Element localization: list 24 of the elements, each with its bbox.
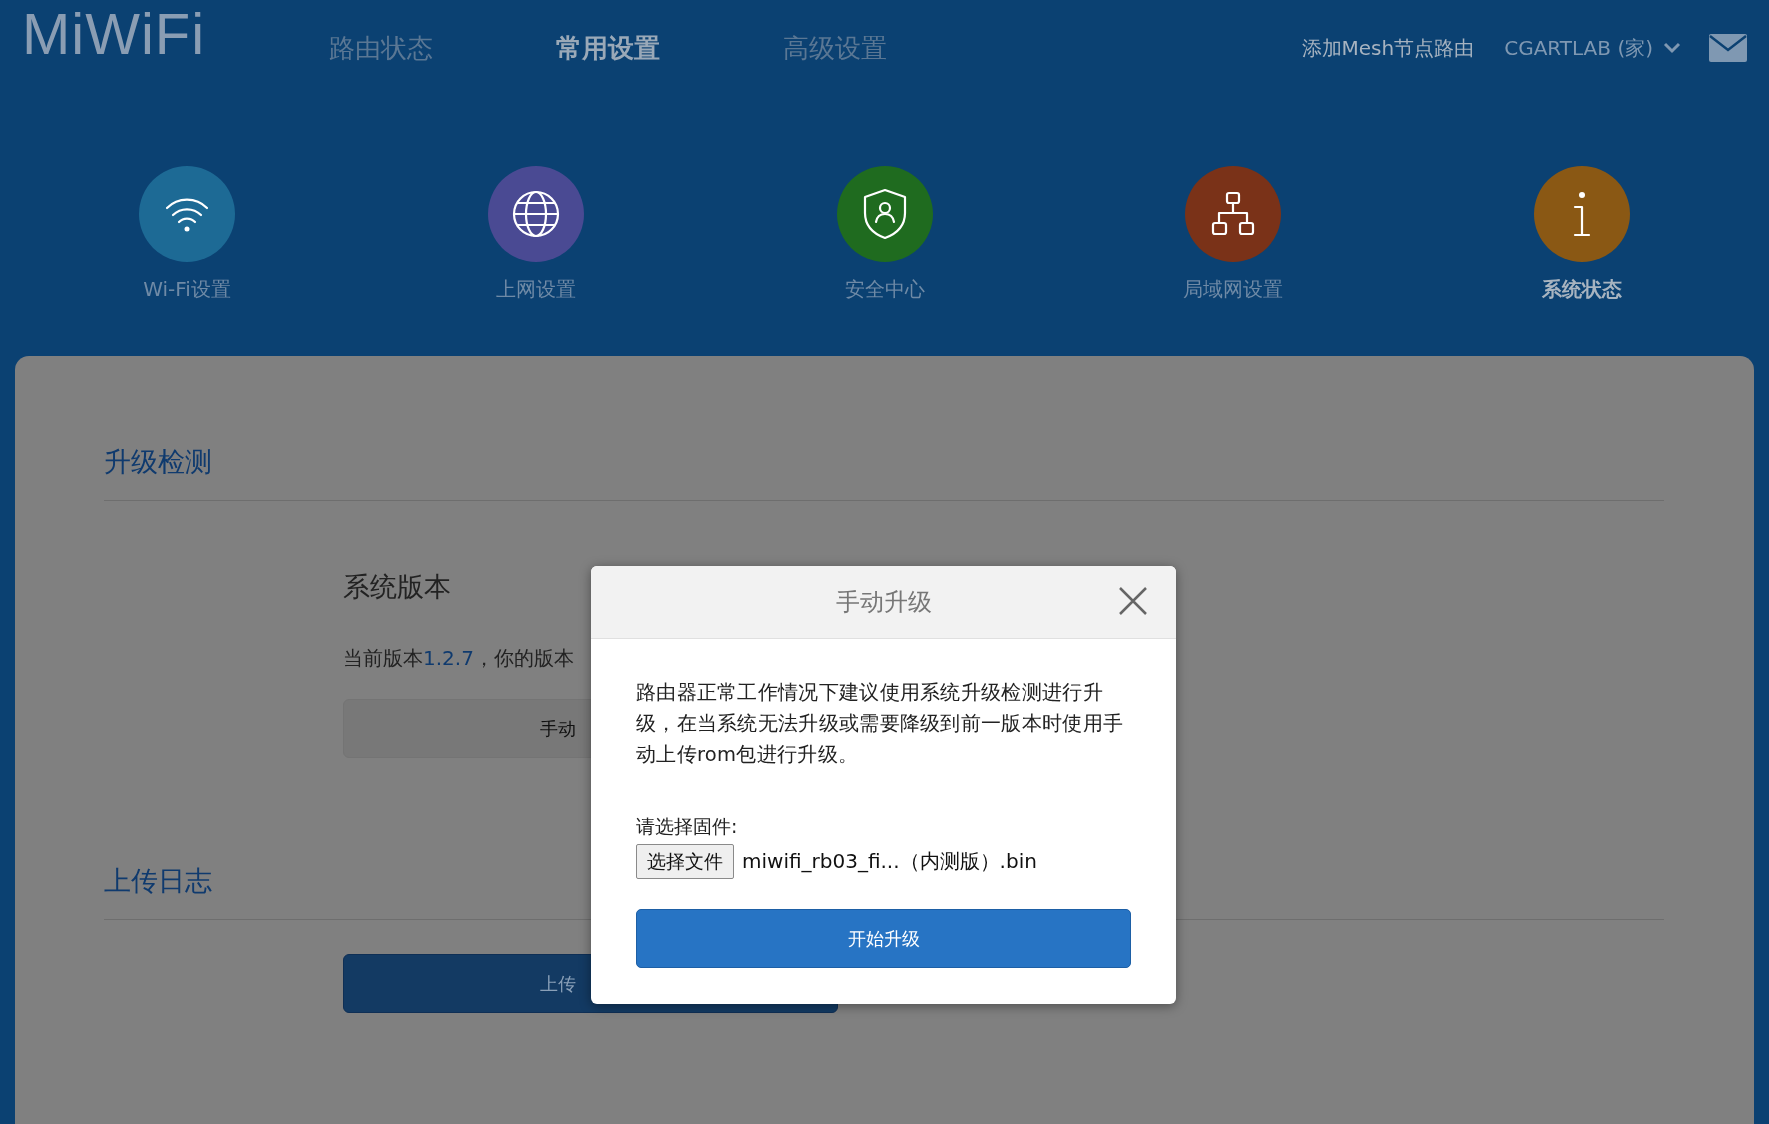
shortcut-tile[interactable]: 安全中心 <box>821 166 948 356</box>
shortcut-tile[interactable]: Wi-Fi设置 <box>124 166 250 356</box>
shortcut-tile[interactable]: 局域网设置 <box>1170 166 1297 356</box>
file-label: 请选择固件: <box>636 814 739 839</box>
section-subtitle: 系统版本 <box>343 570 451 604</box>
nav-tab[interactable]: 高级设置 <box>783 30 887 66</box>
nav-tab[interactable]: 路由状态 <box>329 30 433 66</box>
shortcut-label: Wi-Fi设置 <box>143 276 231 303</box>
shortcut-tile[interactable]: 上网设置 <box>472 166 599 356</box>
mail-icon[interactable] <box>1709 34 1747 62</box>
start-upgrade-button[interactable]: 开始升级 <box>636 909 1131 968</box>
version-text: 当前版本1.2.7，你的版本 <box>343 645 574 672</box>
section-title: 升级检测 <box>104 436 1664 501</box>
shortcut-label: 局域网设置 <box>1183 276 1284 303</box>
shortcut-label: 安全中心 <box>844 276 925 303</box>
chevron-down-icon <box>1663 42 1681 54</box>
shortcut-label: 系统状态 <box>1542 276 1622 303</box>
add-mesh-link[interactable]: 添加Mesh节点路由 <box>1301 34 1475 62</box>
account-menu[interactable]: CGARTLAB (家) <box>1504 34 1681 62</box>
dialog-title: 手动升级 <box>835 587 932 618</box>
logo[interactable]: MiWiFi <box>22 0 329 67</box>
shortcut-label: 上网设置 <box>495 276 576 303</box>
nav-tab[interactable]: 常用设置 <box>556 30 660 66</box>
choose-file-button[interactable]: 选择文件 <box>636 844 734 879</box>
